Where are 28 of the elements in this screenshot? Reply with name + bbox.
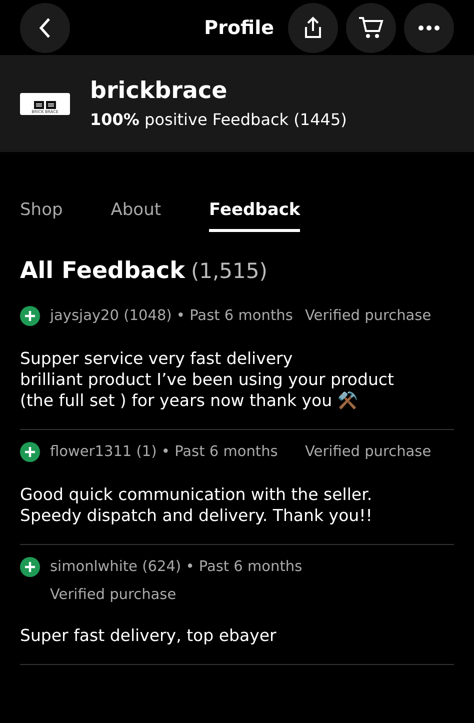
seller-rating: 100% positive Feedback (1445) (90, 110, 347, 129)
tab[interactable]: Shop (20, 200, 63, 232)
verified-label: Verified purchase (305, 444, 432, 460)
reviewer-info: jaysjay20 (1048) • Past 6 months (50, 308, 294, 324)
plus-icon (20, 557, 40, 577)
cart-icon (358, 16, 384, 40)
back-button[interactable] (20, 2, 70, 52)
more-icon (418, 24, 440, 30)
reviewer-info: flower1311 (1) • Past 6 months (50, 444, 279, 460)
feedback-comment: Good quick communication with the seller. Speedy dispatch and delivery. Thank you!! (20, 484, 374, 526)
share-button[interactable] (288, 2, 338, 52)
back-icon (38, 16, 52, 38)
seller-name: brickbrace (90, 78, 228, 104)
section-title: All Feedback (20, 258, 185, 284)
plus-icon (20, 442, 40, 462)
plus-icon (20, 306, 40, 326)
share-icon (302, 16, 324, 40)
verified-label: Verified purchase (305, 308, 432, 324)
feedback-comment: Super fast delivery, top ebayer (20, 625, 278, 646)
verified-label: Verified purchase (50, 587, 176, 603)
page-title: Profile (204, 16, 274, 38)
feedback-comment: Supper service very fast delivery brilliant product I’ve been using your product (the full set ) for years now thank you ⚒ (20, 348, 395, 411)
reviewer-info: simonlwhite (624) • Past 6 months (50, 559, 304, 575)
tab[interactable]: Feedback (209, 200, 300, 232)
tab[interactable]: About (110, 200, 162, 232)
cart-button[interactable] (346, 2, 396, 52)
feedback-count: (1,515) (190, 259, 268, 283)
more-button[interactable] (404, 2, 454, 52)
